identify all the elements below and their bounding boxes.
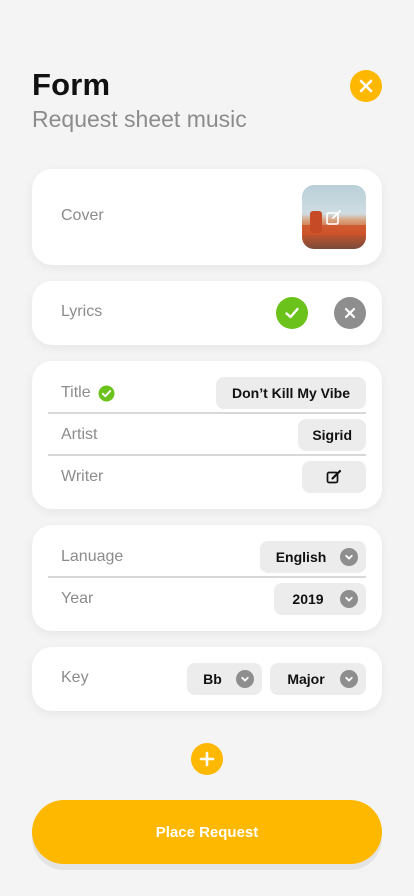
page-subtitle: Request sheet music	[32, 106, 247, 132]
language-value: English	[275, 549, 327, 565]
page-title: Form	[32, 67, 111, 102]
edit-image-icon	[326, 210, 341, 225]
title-value-field[interactable]: Don’t Kill My Vibe	[216, 377, 366, 409]
cover-image[interactable]	[302, 185, 366, 249]
artist-row: Artist Sigrid	[48, 414, 366, 456]
lyrics-confirm-button[interactable]	[276, 297, 308, 329]
cover-image-figure	[310, 211, 322, 233]
key-card: Key Bb Major	[32, 647, 382, 711]
meta-card: Lanuage English Year 2019	[32, 525, 382, 631]
chevron-down-icon	[340, 670, 358, 688]
title-row: Title Don’t Kill My Vibe	[48, 372, 366, 414]
check-icon	[285, 307, 299, 319]
chevron-down-icon	[236, 670, 254, 688]
year-value: 2019	[292, 591, 324, 607]
key-mode-value: Major	[287, 671, 325, 687]
key-note-value: Bb	[203, 671, 222, 687]
plus-icon	[199, 751, 215, 767]
artist-value-field[interactable]: Sigrid	[298, 419, 366, 451]
close-button[interactable]	[350, 70, 382, 102]
cover-label: Cover	[61, 207, 104, 224]
language-select[interactable]: English	[260, 541, 366, 573]
artist-label: Artist	[61, 426, 98, 443]
chevron-down-icon	[340, 590, 358, 608]
add-field-button[interactable]	[191, 743, 223, 775]
title-label: Title	[61, 384, 91, 401]
cover-card: Cover	[32, 169, 382, 265]
pencil-square-icon	[326, 469, 342, 484]
lyrics-remove-button[interactable]	[334, 297, 366, 329]
key-label: Key	[61, 669, 89, 686]
writer-row: Writer	[48, 456, 366, 498]
language-label: Lanuage	[61, 548, 124, 565]
title-label-group: Title	[61, 384, 115, 402]
year-row: Year 2019	[48, 578, 366, 620]
lyrics-card: Lyrics	[32, 281, 382, 345]
chevron-down-icon	[340, 548, 358, 566]
details-card: Title Don’t Kill My Vibe Artist Sigrid W…	[32, 361, 382, 509]
x-icon	[344, 307, 356, 319]
key-mode-select[interactable]: Major	[270, 663, 366, 695]
year-select[interactable]: 2019	[274, 583, 366, 615]
writer-edit-button[interactable]	[302, 461, 366, 493]
writer-label: Writer	[61, 468, 104, 485]
key-note-select[interactable]: Bb	[187, 663, 262, 695]
lyrics-label: Lyrics	[61, 303, 103, 320]
language-row: Lanuage English	[48, 536, 366, 578]
year-label: Year	[61, 590, 94, 607]
header: Form Request sheet music	[32, 66, 382, 134]
close-icon	[359, 79, 373, 93]
verified-icon	[98, 385, 115, 401]
place-request-button[interactable]: Place Request	[32, 800, 382, 864]
